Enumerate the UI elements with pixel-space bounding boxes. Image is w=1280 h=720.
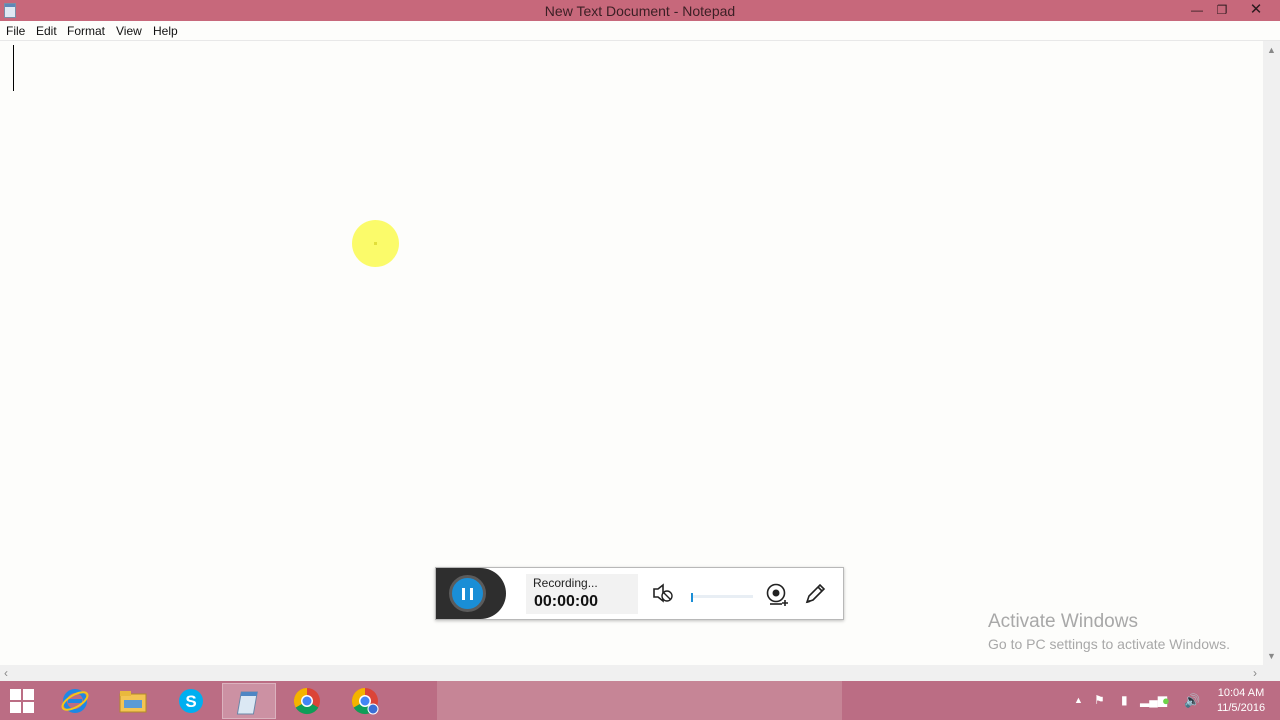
text-caret bbox=[13, 45, 14, 91]
battery-icon[interactable]: ▮ bbox=[1121, 693, 1128, 707]
menu-format[interactable]: Format bbox=[67, 24, 105, 38]
skype-icon[interactable]: S bbox=[164, 683, 218, 719]
clock-date: 11/5/2016 bbox=[1216, 702, 1266, 714]
scroll-right-icon[interactable]: › bbox=[1253, 666, 1257, 680]
menu-view[interactable]: View bbox=[116, 24, 142, 38]
chrome-icon[interactable] bbox=[280, 683, 334, 719]
title-bar: New Text Document - Notepad — ❐ ✕ bbox=[0, 0, 1280, 21]
volume-slider[interactable] bbox=[691, 595, 753, 598]
show-hidden-icons-icon[interactable]: ▲ bbox=[1074, 695, 1083, 705]
close-button[interactable]: ✕ bbox=[1236, 0, 1276, 20]
recording-info: Recording... 00:00:00 bbox=[526, 574, 638, 614]
mouse-pointer-icon bbox=[374, 242, 377, 245]
recording-timer: 00:00:00 bbox=[534, 593, 599, 610]
horizontal-scrollbar[interactable]: ‹ › bbox=[0, 665, 1263, 681]
scroll-left-icon[interactable]: ‹ bbox=[4, 666, 8, 680]
chrome-profile-icon[interactable] bbox=[338, 683, 392, 719]
pause-button[interactable] bbox=[449, 575, 486, 612]
watermark-subtitle: Go to PC settings to activate Windows. bbox=[988, 636, 1230, 652]
svg-text:S: S bbox=[185, 692, 196, 711]
volume-icon[interactable]: 🔊 bbox=[1184, 693, 1200, 709]
vertical-scrollbar[interactable]: ▲ ▼ bbox=[1263, 41, 1280, 665]
taskbar: S ▲ ⚑ ▮ ▂▄▆ ● 🔊 10:04 AM 11/5/2016 bbox=[0, 681, 1280, 720]
scroll-down-icon[interactable]: ▼ bbox=[1263, 651, 1280, 661]
notepad-taskbar-icon[interactable] bbox=[222, 683, 276, 719]
minimize-button[interactable]: — bbox=[1185, 0, 1209, 20]
pen-icon[interactable] bbox=[803, 582, 827, 612]
menu-help[interactable]: Help bbox=[153, 24, 178, 38]
menu-edit[interactable]: Edit bbox=[36, 24, 57, 38]
file-explorer-icon[interactable] bbox=[106, 683, 160, 719]
webcam-icon[interactable] bbox=[765, 582, 791, 614]
start-icon[interactable] bbox=[10, 689, 34, 713]
action-center-icon[interactable]: ⚑ bbox=[1094, 693, 1105, 707]
restore-button[interactable]: ❐ bbox=[1209, 0, 1235, 20]
clock-time: 10:04 AM bbox=[1217, 687, 1265, 699]
clock[interactable]: 10:04 AM 11/5/2016 bbox=[1208, 686, 1274, 716]
tray-app-icon[interactable]: ● bbox=[1162, 693, 1170, 708]
recorder-toolbar: Recording... 00:00:00 bbox=[435, 567, 844, 620]
taskbar-background-art bbox=[437, 681, 842, 720]
menu-file[interactable]: File bbox=[6, 24, 25, 38]
menu-bar: File Edit Format View Help bbox=[0, 21, 1280, 41]
recorder-control-panel bbox=[436, 568, 506, 619]
recording-status: Recording... bbox=[533, 576, 598, 590]
activation-watermark: Activate Windows Go to PC settings to ac… bbox=[988, 611, 1230, 652]
mute-icon[interactable] bbox=[651, 582, 675, 610]
pause-icon bbox=[462, 588, 465, 600]
internet-explorer-icon[interactable] bbox=[48, 683, 102, 719]
scroll-up-icon[interactable]: ▲ bbox=[1263, 45, 1280, 55]
window-title: New Text Document - Notepad bbox=[544, 3, 736, 19]
watermark-title: Activate Windows bbox=[988, 611, 1138, 632]
volume-slider-handle[interactable] bbox=[691, 593, 693, 602]
scrollbar-corner bbox=[1263, 665, 1280, 681]
